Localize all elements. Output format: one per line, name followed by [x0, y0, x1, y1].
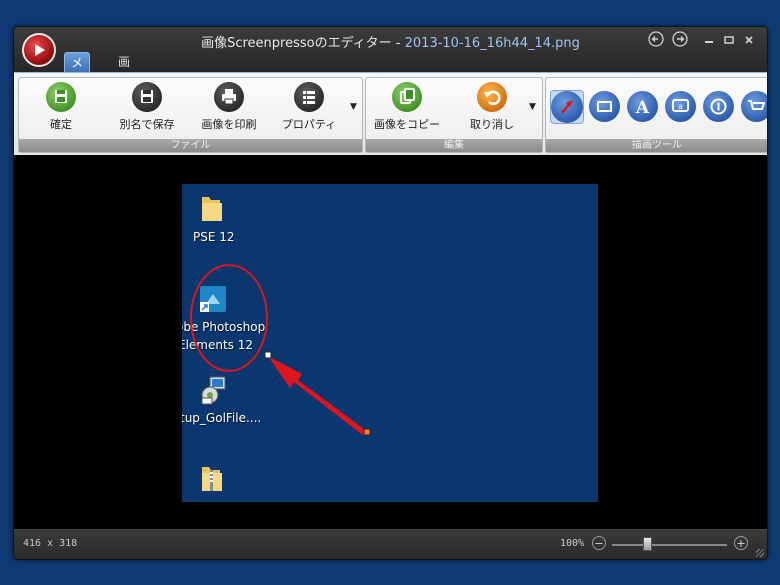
zoom-level-label: 100%: [560, 538, 585, 549]
editor-window: 画像Screenpressoのエディター - 2013-10-16_16h44_…: [13, 26, 768, 560]
confirm-button-label: 確定: [50, 118, 72, 131]
back-icon[interactable]: [647, 31, 665, 49]
annotation-layer: [190, 264, 371, 436]
text-tool-icon[interactable]: A: [627, 91, 658, 122]
zoom-slider-track[interactable]: [612, 544, 727, 546]
edit-more-dropdown-icon[interactable]: ▼: [529, 102, 536, 112]
zoom-in-button[interactable]: +: [734, 536, 748, 550]
image-size-label: 416 x 318: [23, 538, 78, 549]
maximize-button[interactable]: [720, 31, 738, 49]
properties-button[interactable]: プロパティ: [274, 82, 344, 132]
undo-button[interactable]: 取り消し: [457, 82, 527, 132]
properties-button-label: プロパティ: [281, 118, 337, 131]
confirm-button[interactable]: 確定: [26, 82, 96, 132]
file-group-label: ファイル: [19, 139, 362, 152]
save-as-button[interactable]: 別名で保存: [112, 82, 182, 132]
copy-image-button-label: 画像をコピー: [374, 118, 440, 131]
callout-tool-icon[interactable]: a: [665, 91, 696, 122]
arrow-tool-icon[interactable]: [550, 90, 584, 124]
tab-image[interactable]: 画像: [112, 52, 136, 89]
undo-button-label: 取り消し: [470, 118, 514, 131]
save-as-button-label: 別名で保存: [119, 118, 175, 131]
tab-main[interactable]: メイン: [64, 52, 91, 110]
arrow-end-handle: [363, 428, 371, 436]
print-icon: [214, 82, 244, 112]
more-tools-icon[interactable]: [741, 91, 767, 122]
window-title: 画像Screenpressoのエディター - 2013-10-16_16h44_…: [134, 32, 647, 51]
edit-group: 画像をコピー 取り消し ▼ 編集: [365, 77, 543, 153]
minimize-button[interactable]: [700, 31, 718, 49]
arrow-start-handle: [264, 351, 272, 359]
ribbon: 確定 別名で保存 画像を印刷 プロパティ ▼ ファイル 画像をコピー 取り消し …: [14, 72, 767, 156]
window-title-filename: 2013-10-16_16h44_14.png: [404, 36, 580, 51]
save-icon: [46, 82, 76, 112]
zoom-slider-thumb[interactable]: [642, 537, 652, 551]
arrow-annotation: [268, 356, 368, 436]
print-button[interactable]: 画像を印刷: [194, 82, 264, 132]
undo-icon: [477, 82, 507, 112]
zoom-out-button[interactable]: −: [592, 536, 606, 550]
svg-text:a: a: [678, 102, 683, 111]
ellipse-annotation: [190, 264, 268, 372]
svg-text:A: A: [635, 98, 650, 118]
screenshot-image[interactable]: PSE 12 obe Photoshop Elements 12 tup_Gol…: [182, 184, 598, 502]
draw-tools-group: A a 描画ツール: [545, 77, 767, 153]
editor-canvas[interactable]: PSE 12 obe Photoshop Elements 12 tup_Gol…: [14, 155, 767, 529]
forward-icon[interactable]: [671, 31, 689, 49]
close-button[interactable]: [740, 31, 758, 49]
print-button-label: 画像を印刷: [201, 118, 257, 131]
status-bar: 416 x 318 100% − +: [14, 529, 767, 559]
rectangle-tool-icon[interactable]: [589, 91, 620, 122]
save-as-icon: [132, 82, 162, 112]
title-bar: 画像Screenpressoのエディター - 2013-10-16_16h44_…: [14, 27, 767, 110]
copy-image-button[interactable]: 画像をコピー: [372, 82, 442, 132]
edit-group-label: 編集: [366, 139, 542, 152]
draw-tools-group-label: 描画ツール: [546, 139, 767, 152]
window-title-text: 画像Screenpressoのエディター -: [201, 36, 401, 51]
screenpresso-logo-icon[interactable]: [22, 33, 56, 67]
step-number-tool-icon[interactable]: [703, 91, 734, 122]
copy-icon: [392, 82, 422, 112]
file-group: 確定 別名で保存 画像を印刷 プロパティ ▼ ファイル: [18, 77, 363, 153]
resize-grip-icon[interactable]: [756, 549, 764, 557]
properties-icon: [294, 82, 324, 112]
file-more-dropdown-icon[interactable]: ▼: [350, 102, 357, 112]
